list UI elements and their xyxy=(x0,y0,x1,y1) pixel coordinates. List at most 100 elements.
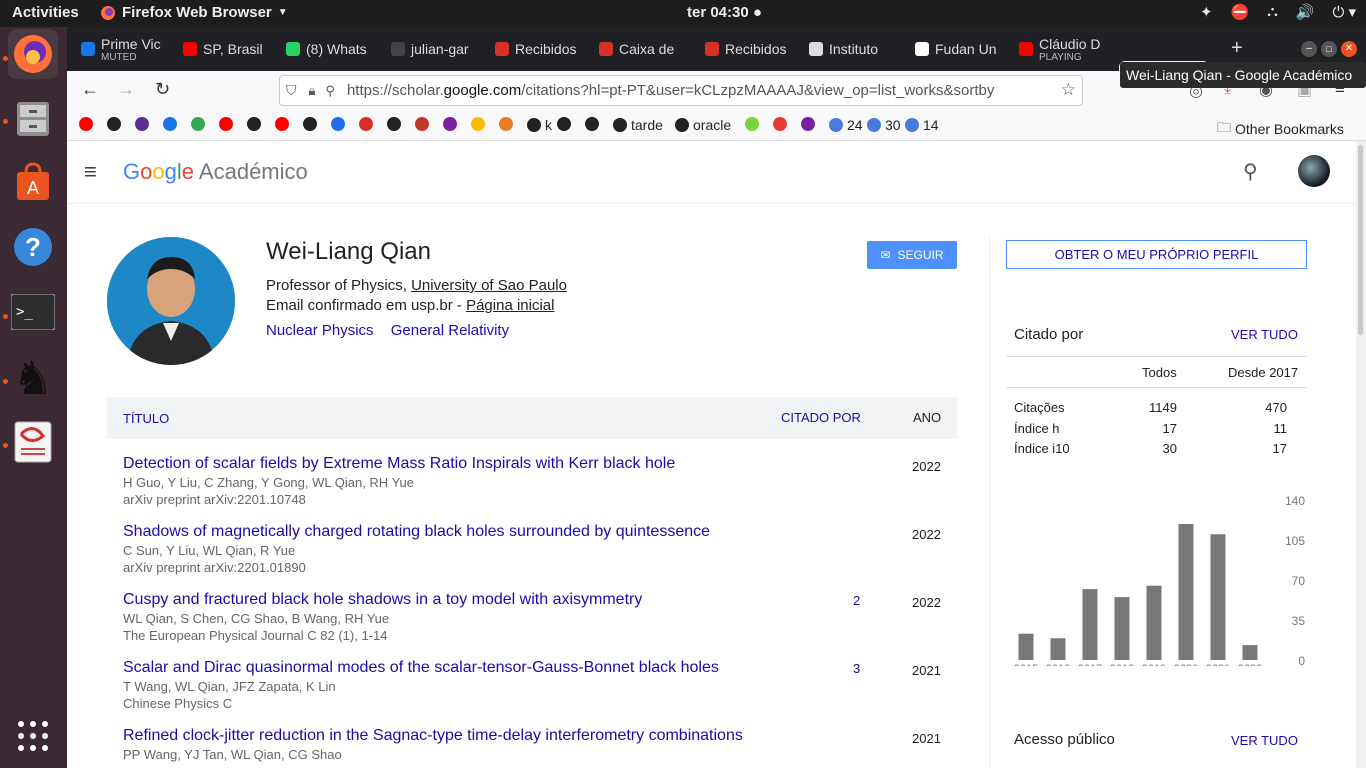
lock-icon[interactable]: 🔒︎ xyxy=(309,83,316,99)
bookmark-item[interactable] xyxy=(745,117,759,131)
cited-by-view-all[interactable]: VER TUDO xyxy=(1231,327,1298,342)
interest-link[interactable]: General Relativity xyxy=(391,322,509,339)
paper-cited-count[interactable]: 2 xyxy=(853,593,860,608)
bookmark-item[interactable] xyxy=(415,117,429,131)
back-button[interactable]: ← xyxy=(81,79,99,100)
bookmark-item[interactable]: k xyxy=(527,117,552,133)
chart-bar[interactable] xyxy=(1018,633,1034,660)
permissions-icon[interactable]: ⚲ xyxy=(325,83,335,99)
tab[interactable]: (8) Whats xyxy=(280,33,380,65)
bookmark-item[interactable] xyxy=(801,117,815,131)
other-bookmarks[interactable]: 🗀 Other Bookmarks xyxy=(1217,117,1344,141)
chart-bar[interactable] xyxy=(1210,534,1226,660)
bookmark-item[interactable] xyxy=(191,117,205,131)
bookmark-item[interactable] xyxy=(387,117,401,131)
tab[interactable]: Recibidos xyxy=(489,33,589,65)
affiliation-link[interactable]: University of Sao Paulo xyxy=(411,277,567,294)
tab[interactable]: Caixa de xyxy=(593,33,693,65)
bookmark-item[interactable] xyxy=(443,117,457,131)
bookmark-item[interactable] xyxy=(585,117,599,131)
bookmark-item[interactable]: oracle xyxy=(675,117,731,133)
bookmark-item[interactable] xyxy=(163,117,177,131)
app-menu[interactable]: Firefox Web Browser ▼ xyxy=(100,4,288,21)
public-access-view-all[interactable]: VER TUDO xyxy=(1231,733,1298,748)
tab[interactable]: Cláudio D PLAYING xyxy=(1013,33,1113,65)
new-tab-button[interactable]: + xyxy=(1231,37,1243,60)
chart-bar[interactable] xyxy=(1146,585,1162,660)
bookmark-item[interactable]: tarde xyxy=(613,117,663,133)
bookmark-item[interactable]: 14 xyxy=(905,117,939,133)
bookmark-item[interactable] xyxy=(359,117,373,131)
follow-button[interactable]: ✉ SEGUIR xyxy=(867,241,957,269)
chess-dock-icon[interactable]: ♞ xyxy=(8,353,58,403)
bookmark-item[interactable] xyxy=(219,117,233,131)
interest-link[interactable]: Nuclear Physics xyxy=(266,322,374,339)
address-bar[interactable]: ⛉ 🔒︎ ⚲ https://scholar.google.com/citati… xyxy=(279,75,1083,106)
scholar-logo[interactable]: Google Académico xyxy=(123,159,308,185)
sort-by-title[interactable]: TÍTULO xyxy=(123,411,169,426)
sort-by-year[interactable]: ANO xyxy=(913,410,941,425)
bookmark-item[interactable] xyxy=(79,117,93,131)
document-viewer-dock-icon[interactable] xyxy=(8,417,58,467)
dropbox-icon[interactable]: ✦ xyxy=(1200,3,1213,21)
chart-bar[interactable] xyxy=(1178,524,1194,660)
scrollbar-thumb[interactable] xyxy=(1358,145,1363,335)
tab[interactable]: Prime Vic MUTED xyxy=(75,33,175,65)
bookmark-item[interactable] xyxy=(471,117,485,131)
close-window-button[interactable]: ✕ xyxy=(1341,41,1357,57)
power-icon[interactable]: ⏻ ▾ xyxy=(1332,3,1356,21)
bookmark-item[interactable] xyxy=(557,117,571,131)
clock[interactable]: ter 04:30 ● xyxy=(687,4,762,21)
bookmark-item[interactable]: 24 xyxy=(829,117,863,133)
paper-title[interactable]: Cuspy and fractured black hole shadows i… xyxy=(123,591,642,609)
articles-table-header: TÍTULO CITADO POR ANO xyxy=(107,397,957,439)
maximize-button[interactable]: □ xyxy=(1321,41,1337,57)
tab[interactable]: julian-gar xyxy=(385,33,485,65)
forward-button[interactable]: → xyxy=(117,79,135,100)
shield-icon[interactable]: ⛉ xyxy=(286,82,297,99)
hamburger-menu-icon[interactable]: ≡ xyxy=(84,159,97,185)
bookmark-item[interactable] xyxy=(773,117,787,131)
minimize-button[interactable]: – xyxy=(1301,41,1317,57)
bookmark-item[interactable] xyxy=(499,117,513,131)
activities-button[interactable]: Activities xyxy=(12,4,79,21)
bookmark-item[interactable]: 30 xyxy=(867,117,901,133)
network-icon[interactable]: ⛬ xyxy=(1267,3,1278,21)
bookmark-item[interactable] xyxy=(275,117,289,131)
bookmark-item[interactable] xyxy=(303,117,317,131)
software-dock-icon[interactable]: A xyxy=(8,157,58,207)
bookmark-item[interactable] xyxy=(135,117,149,131)
do-not-disturb-icon[interactable]: ⛔ xyxy=(1231,3,1250,21)
files-dock-icon[interactable] xyxy=(8,93,58,143)
search-icon[interactable]: ⚲ xyxy=(1243,159,1258,184)
volume-icon[interactable]: 🔊 xyxy=(1296,3,1315,21)
page-scrollbar[interactable] xyxy=(1356,141,1366,768)
tab[interactable]: Instituto xyxy=(803,33,903,65)
chart-bar[interactable] xyxy=(1082,589,1098,660)
show-applications-button[interactable] xyxy=(8,711,58,761)
chart-bar[interactable] xyxy=(1114,597,1130,660)
sort-by-cited[interactable]: CITADO POR xyxy=(781,410,861,425)
bookmark-item[interactable] xyxy=(107,117,121,131)
chart-bar[interactable] xyxy=(1050,638,1066,660)
firefox-dock-icon[interactable] xyxy=(8,29,58,79)
bookmark-item[interactable] xyxy=(331,117,345,131)
reload-button[interactable]: ↻ xyxy=(155,79,170,100)
terminal-dock-icon[interactable]: >_ xyxy=(8,287,58,337)
chart-bar[interactable] xyxy=(1242,645,1258,660)
dock: A ? >_ ♞ xyxy=(0,27,67,768)
tab[interactable]: Fudan Un xyxy=(909,33,1009,65)
tab[interactable]: SP, Brasil xyxy=(177,33,277,65)
help-dock-icon[interactable]: ? xyxy=(8,222,58,272)
star-icon[interactable]: ☆ xyxy=(1061,80,1076,100)
get-profile-button[interactable]: OBTER O MEU PRÓPRIO PERFIL xyxy=(1006,240,1307,269)
homepage-link[interactable]: Página inicial xyxy=(466,297,554,314)
paper-cited-count[interactable]: 3 xyxy=(853,661,860,676)
paper-title[interactable]: Shadows of magnetically charged rotating… xyxy=(123,523,710,541)
paper-title[interactable]: Scalar and Dirac quasinormal modes of th… xyxy=(123,659,719,677)
account-avatar[interactable] xyxy=(1298,155,1330,187)
paper-title[interactable]: Detection of scalar fields by Extreme Ma… xyxy=(123,455,675,473)
bookmark-item[interactable] xyxy=(247,117,261,131)
tab[interactable]: Recibidos xyxy=(699,33,799,65)
paper-title[interactable]: Refined clock-jitter reduction in the Sa… xyxy=(123,727,743,745)
